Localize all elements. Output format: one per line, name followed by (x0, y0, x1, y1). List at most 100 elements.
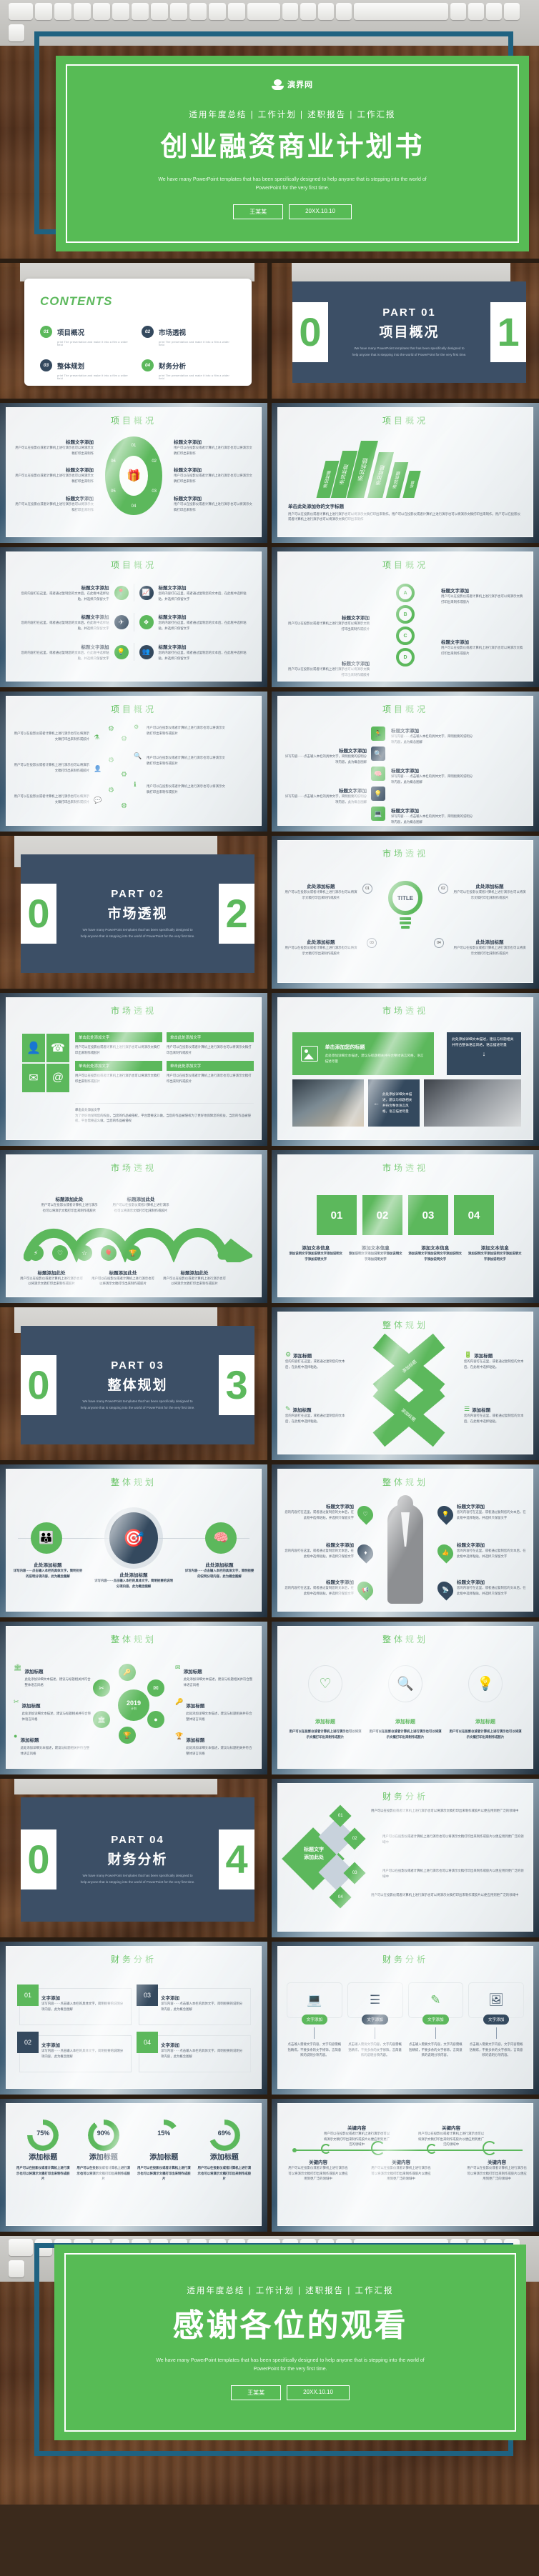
target-icon[interactable]: 🎯 (109, 1512, 159, 1564)
item-desc: 详写内容······点击输入本栏的具体文字，简明扼要的说明分项内容，此为概念图解 (390, 814, 473, 824)
heart-icon[interactable]: ♡ (52, 1245, 68, 1261)
gear-icon: ⚙ (121, 802, 127, 810)
scissors-icon[interactable]: ✂ (93, 1679, 111, 1697)
trophy-icon[interactable]: 🏆 (125, 1245, 141, 1261)
people-icon[interactable]: 👪 (31, 1522, 62, 1554)
metric-card[interactable]: ✎ 文字添加 点击输入需要文字内容，文字内容需概括精炼，不要多余的文字修饰，言简… (407, 1982, 464, 2058)
settings-icon[interactable]: ⚙ (134, 724, 139, 730)
bulb-outline-icon[interactable]: 💡 (468, 1665, 503, 1702)
map-pin-icon[interactable]: 📍 (114, 585, 129, 600)
card-label[interactable]: 单击此处添加文字 (75, 1061, 163, 1072)
slide-row: PART 04 财务分析 We have many PowerPoint tem… (0, 1779, 539, 1937)
slide-title: 市场透视 (382, 1006, 428, 1016)
step-node[interactable]: C (396, 626, 415, 645)
box-number: 03 (137, 1985, 159, 2006)
contents-item[interactable]: 03 整体规划 print The presentation and make … (40, 359, 134, 380)
metric-card[interactable]: ☰ 文字添加 点击输入需要文字内容，文字内容需概括精炼，不要多余的文字修饰，言简… (347, 1982, 403, 2058)
heart-icon[interactable]: ♡ (354, 1502, 377, 1525)
stat-box[interactable]: 01 文字添加 详写内容······点击输入本栏的具体文字，简明扼要的说明分项内… (17, 1985, 132, 2025)
puzzle-piece[interactable]: 01 (317, 1195, 357, 1235)
paper-plane-icon[interactable]: ✈ (114, 615, 129, 630)
chat-icon[interactable]: 💬 (94, 797, 102, 804)
trophy-icon[interactable]: 🏆 (119, 1727, 137, 1744)
mail-icon[interactable]: ✉ (147, 1679, 165, 1697)
search-icon[interactable]: 🔍 (134, 752, 142, 760)
item-desc: 添加说明文字添加说明文字添加说明文字添加说明文字 (289, 1252, 343, 1261)
donut-desc: 用户可以在投影仪或者计算机上进行演示也可以将演示文稿打印出来制作成胶片 (16, 2166, 70, 2181)
star-icon[interactable]: ☆ (76, 1245, 92, 1261)
contents-item[interactable]: 04 财务分析 print The presentation and make … (142, 359, 236, 380)
satellite-icon[interactable]: 📡 (434, 1578, 457, 1601)
metric-card[interactable]: 🖼 文字添加 点击输入需要文字内容，文字内容需概括精炼，不要多余的文字修饰，言简… (468, 1982, 525, 2058)
brand-name: 演界网 (287, 81, 313, 89)
diamond-icon[interactable]: ♦ (354, 1541, 377, 1564)
user-icon[interactable]: 👤 (94, 765, 102, 773)
card-label[interactable]: 单击此处添加文字 (167, 1061, 254, 1072)
key-icon[interactable]: 🔑 (119, 1664, 137, 1681)
balloon-icon[interactable]: 🎈 (101, 1245, 117, 1261)
flask-icon[interactable]: ⚗ (94, 734, 99, 742)
phone-icon[interactable]: ☎ (46, 1034, 69, 1062)
card-label[interactable]: 单击此处添加文字 (75, 1032, 163, 1042)
slide-title: 项目概况 (382, 416, 428, 426)
gear-icon: ⚙ (108, 725, 114, 733)
compass-icon[interactable]: ❖ (139, 615, 154, 630)
slide-finance-cards4: 财务分析 💻 文字添加 点击输入需要文字内容，文字内容需概括精炼，不要多余的文字… (271, 1942, 539, 2095)
stat-box[interactable]: 02 文字添加 详写内容······点击输入本栏的具体文字，简明扼要的说明分项内… (17, 2032, 132, 2072)
item-desc: 您的内容打在这里，或者通过复制您的文本后，在此框中选择粘贴，并选择只保留文字 (21, 650, 109, 660)
card-label[interactable]: 单击此处添加文字 (167, 1032, 254, 1042)
at-icon[interactable]: @ (46, 1064, 69, 1092)
puzzle-piece[interactable]: 03 (408, 1195, 448, 1235)
hero-green-card[interactable]: 单击添加您的标题 此处添加详细文本描述，建议与标题相关并符合整体语言风格，语言描… (292, 1032, 434, 1075)
slide-row: 项目概况 用户可以在投影仪或者计算机上进行演示也可以将演示文稿打印出来制作或胶片… (0, 692, 539, 832)
contents-item[interactable]: 01 项目概况 print The presentation and make … (40, 326, 134, 346)
lightbulb-diagram: TITLE (388, 881, 422, 929)
lightbulb-icon[interactable]: 💡 (370, 787, 385, 801)
mail-icon[interactable]: ✉ (22, 1064, 45, 1092)
step-node[interactable]: B (396, 605, 415, 624)
lightbulb-icon[interactable]: 💡 (114, 644, 129, 659)
bolt-icon[interactable]: ⚡ (28, 1245, 44, 1261)
contents-item[interactable]: 02 市场透视 print The presentation and make … (142, 326, 236, 346)
dot-icon[interactable]: ● (147, 1711, 165, 1728)
heart-outline-icon[interactable]: ♡ (307, 1665, 342, 1702)
lightbulb-icon[interactable]: 💡 (434, 1502, 457, 1525)
run-icon[interactable]: 🏃 (370, 727, 385, 741)
slide-row: PART 02 市场透视 We have many PowerPoint tem… (0, 836, 539, 989)
mid-navy-card[interactable]: ← 此处添加详细文本描述，建议与标题相关并符合整体语言风格，语言描述尽量 (367, 1079, 420, 1127)
item-desc: 您的内容打在这里，或者通过复制您的文本后，在此框中选择粘贴。 (285, 1359, 345, 1369)
brain-icon[interactable]: 🧠 (370, 767, 385, 781)
slide-title: 市场透视 (111, 1163, 157, 1173)
slide-title: 整体规划 (111, 1477, 157, 1487)
search-doc-icon[interactable]: 🔍 (370, 747, 385, 761)
side-navy-card[interactable]: 此处添加详细文本描述，建议与标题相关并符合整体语言风格，语言描述尽量 ↓ (447, 1032, 522, 1075)
puzzle-piece[interactable]: 04 (454, 1195, 494, 1235)
chart-line-icon[interactable]: 📈 (139, 585, 154, 600)
stat-box[interactable]: 03 文字添加 详写内容······点击输入本栏的具体文字，简明扼要的说明分项内… (137, 1985, 252, 2025)
ribbon[interactable]: 标题 (402, 471, 421, 498)
step-node[interactable]: A (396, 584, 415, 602)
puzzle-piece[interactable]: 02 (362, 1195, 402, 1235)
item-title: 标题文字添加 (325, 1580, 354, 1585)
diamond-badge[interactable]: 04 (329, 1886, 352, 1909)
slide-plan-outline3: 整体规划 ♡ 添加标题 用户可以在投影仪或者计算机上进行演示也可以将演示文稿打印… (271, 1622, 539, 1774)
info-icon[interactable]: ℹ (134, 781, 136, 789)
step-node[interactable]: D (396, 648, 415, 667)
box-desc: 详写内容······点击输入本栏的具体文字，简明扼要的说明分项内容，此为概念图解 (41, 2002, 124, 2011)
stat-box[interactable]: 04 文字添加 详写内容······点击输入本栏的具体文字，简明扼要的说明分项内… (137, 2032, 252, 2072)
metric-card[interactable]: 💻 文字添加 点击输入需要文字内容，文字内容需概括精炼，不要多余的文字修饰，言简… (286, 1982, 342, 2058)
item-title: 添加文本信息 (421, 1246, 450, 1251)
search-outline-icon[interactable]: 🔍 (387, 1665, 422, 1702)
item-desc: 您的内容打在这里，或者通过复制您的文本后，在此框中选择粘贴，并选择只保留文字 (457, 1549, 526, 1558)
slide-overview-gears: 项目概况 用户可以在投影仪或者计算机上进行演示也可以将演示文稿打印出来制作或胶片… (0, 692, 268, 832)
thumbs-up-icon[interactable]: 👍 (434, 1541, 457, 1564)
users-icon[interactable]: 👥 (139, 644, 154, 659)
slide-row: 项目概况 标题文字添加 您的内容打在这里，或者通过复制您的文本后，在此框中选择粘贴… (0, 547, 539, 687)
item-desc: 用户可以在投影仪或者计算机上进行演示也可以将演示文稿打印出来制作或胶片 (20, 1276, 83, 1286)
head-idea-icon[interactable]: 🧠 (205, 1522, 237, 1554)
monitor-icon[interactable]: 💻 (370, 807, 385, 821)
megaphone-icon[interactable]: 📢 (354, 1578, 377, 1601)
bank-icon[interactable]: 🏛 (93, 1711, 111, 1728)
item-desc: 您的内容打在这里，或者通过复制您的文本后，在此框中选择粘贴。 (464, 1359, 524, 1369)
user-icon[interactable]: 👤 (22, 1034, 45, 1062)
